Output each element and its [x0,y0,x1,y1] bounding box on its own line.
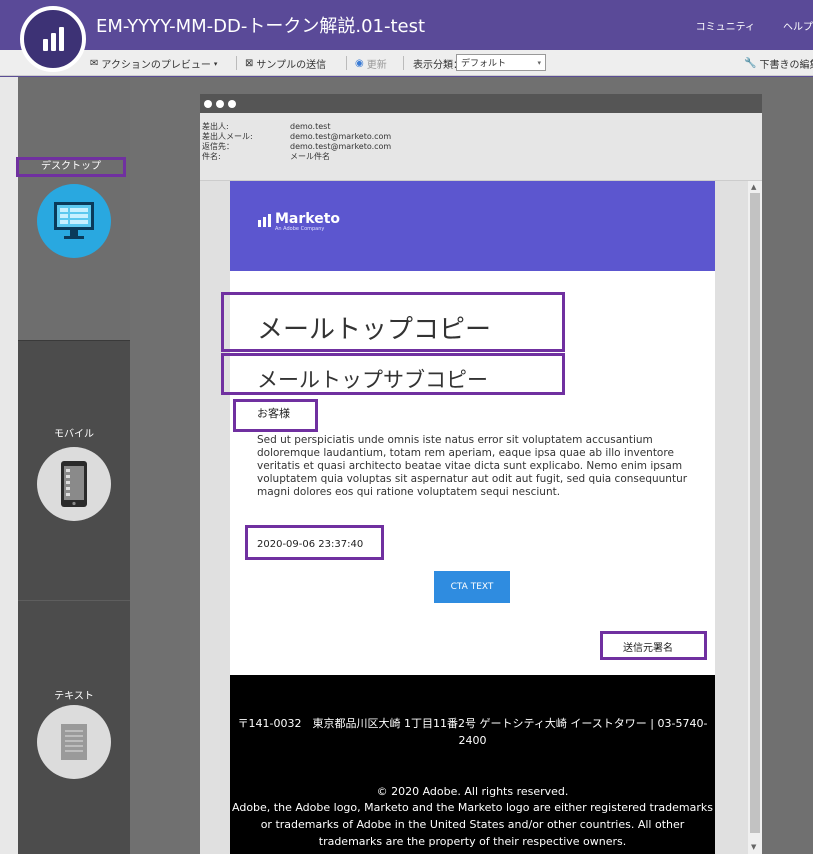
toolbar: ✉ アクションのプレビュー ▾ ⊠ サンプルの送信 ◉ 更新 表示分類： デフォ… [0,50,813,76]
marketo-bars-icon [258,214,271,227]
window-dot [228,99,236,108]
email-scroll-area[interactable]: Marketo An Adobe Company メールトップコピー メールトッ… [200,181,762,854]
window-dot [216,99,224,108]
footer-legal: Adobe, the Adobe logo, Marketo and the M… [232,801,713,848]
marketo-logo-icon[interactable] [20,6,86,72]
email-signature: 送信元署名 [623,643,673,654]
refresh-label: 更新 [366,60,387,71]
text-document-icon [37,705,111,779]
email-body-text: Sed ut perspiciatis unde omnis iste natu… [257,434,688,498]
scrollbar[interactable]: ▲ ▼ [748,181,762,854]
text-view-option[interactable]: テキスト [18,600,130,854]
from-value: demo.test [290,122,331,131]
dropdown-arrow-icon: ▾ [213,59,218,68]
chevron-down-icon: ▾ [537,58,541,67]
footer-copyright: © 2020 Adobe. All rights reserved. [376,785,569,798]
email-top-copy: メールトップコピー [257,315,492,345]
from-email-value: demo.test@marketo.com [290,132,392,141]
view-select-value: デフォルト [461,59,507,69]
page-title: EM-YYYY-MM-DD-トークン解説.01-test [96,16,426,37]
community-link[interactable]: コミュニティ [696,18,755,33]
refresh-icon: ◉ [355,58,364,69]
scroll-down-icon[interactable]: ▼ [751,843,756,851]
window-titlebar [200,94,762,113]
send-icon: ⊠ [245,58,254,69]
mobile-view-option[interactable]: モバイル [18,340,130,600]
mobile-label: モバイル [54,429,94,440]
envelope-icon: ✉ [90,58,99,69]
desktop-icon [37,184,111,258]
toolbar-divider [346,56,347,70]
subject-value: メール件名 [290,152,330,161]
preview-actions-label: アクションのプレビュー [101,60,211,71]
toolbar-divider [403,56,404,70]
scroll-thumb[interactable] [750,193,760,833]
email-banner: Marketo An Adobe Company [230,181,715,271]
footer-address: 〒141-0032 東京都品川区大崎 1丁目11番2号 ゲートシティ大崎 イース… [237,717,708,747]
edit-draft-label: 下書きの編集 [759,60,813,71]
brand-name: Marketo [275,211,341,227]
mobile-icon [37,447,111,521]
scroll-up-icon[interactable]: ▲ [751,183,756,191]
window-dot [204,99,212,108]
email-sub-copy: メールトップサブコピー [257,368,488,392]
subject-label: 件名: [202,152,221,161]
text-label: テキスト [54,691,94,702]
edit-draft-button[interactable]: 🔧 下書きの編集 [744,56,813,71]
desktop-view-option[interactable] [18,77,130,340]
refresh-button[interactable]: ◉ 更新 [355,56,387,71]
reply-to-value: demo.test@marketo.com [290,142,392,151]
reply-to-label: 返信先： [202,142,234,151]
view-select[interactable]: デフォルト ▾ [456,54,546,71]
app-root: EM-YYYY-MM-DD-トークン解説.01-test コミュニティ ヘルプ … [0,0,813,854]
toolbar-divider [236,56,237,70]
email-footer: 〒141-0032 東京都品川区大崎 1丁目11番2号 ゲートシティ大崎 イース… [230,675,715,854]
help-link[interactable]: ヘルプ [783,18,813,33]
marketo-brand-logo: Marketo An Adobe Company [258,211,340,232]
desktop-label: デスクトップ [16,157,126,177]
app-header: EM-YYYY-MM-DD-トークン解説.01-test コミュニティ ヘルプ [0,0,813,50]
wrench-icon: 🔧 [744,58,757,69]
from-label: 差出人: [202,122,229,131]
header-nav: コミュニティ ヘルプ [696,18,813,33]
email-header-info: 差出人: demo.test 差出人メール: demo.test@marketo.c… [200,113,762,181]
email-preview-window: 差出人: demo.test 差出人メール: demo.test@marketo.c… [200,94,762,854]
email-date: 2020-09-06 23:37:40 [257,539,364,550]
preview-actions-menu[interactable]: ✉ アクションのプレビュー ▾ [90,56,217,71]
cta-button[interactable]: CTA TEXT [434,571,510,603]
email-salutation: お客様 [257,407,290,420]
device-panel: モバイル テキスト [0,77,130,854]
send-sample-button[interactable]: ⊠ サンプルの送信 [245,56,326,71]
from-email-label: 差出人メール: [202,132,253,141]
email-body: Marketo An Adobe Company メールトップコピー メールトッ… [221,181,715,854]
send-sample-label: サンプルの送信 [256,60,327,71]
